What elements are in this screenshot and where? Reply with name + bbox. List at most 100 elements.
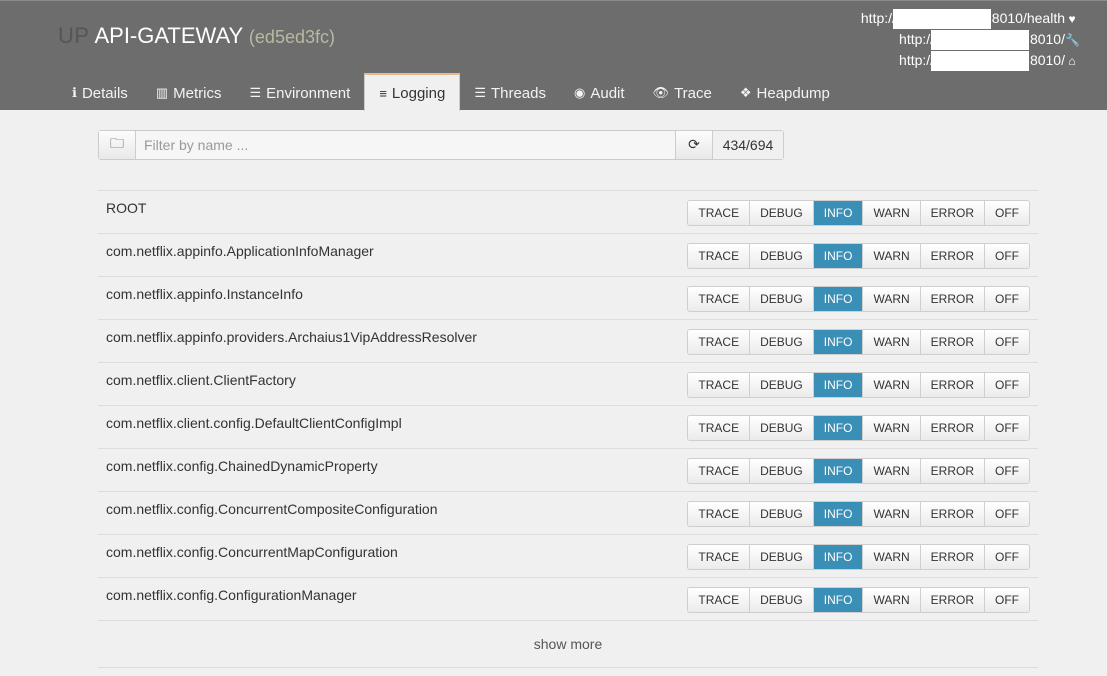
logger-name: com.netflix.config.ChainedDynamicPropert… — [106, 458, 378, 474]
level-off-button[interactable]: OFF — [984, 287, 1029, 311]
level-info-button[interactable]: INFO — [812, 201, 863, 225]
log-level-group: TRACE DEBUG INFO WARN ERROR OFF — [687, 286, 1030, 312]
level-info-button[interactable]: INFO — [812, 588, 863, 612]
level-warn-button[interactable]: WARN — [862, 588, 920, 612]
level-off-button[interactable]: OFF — [984, 502, 1029, 526]
level-debug-button[interactable]: DEBUG — [749, 545, 813, 569]
level-debug-button[interactable]: DEBUG — [749, 201, 813, 225]
tab-label: Heapdump — [756, 84, 830, 102]
tab-metrics[interactable]: ▥ Metrics — [142, 75, 236, 111]
log-level-group: TRACE DEBUG INFO WARN ERROR OFF — [687, 587, 1030, 613]
url-suffix: :8010/ — [1026, 31, 1065, 47]
level-debug-button[interactable]: DEBUG — [749, 588, 813, 612]
level-warn-button[interactable]: WARN — [862, 287, 920, 311]
log-level-group: TRACE DEBUG INFO WARN ERROR OFF — [687, 329, 1030, 355]
app-name: API-GATEWAY — [94, 23, 243, 48]
level-trace-button[interactable]: TRACE — [688, 330, 750, 354]
level-error-button[interactable]: ERROR — [919, 588, 984, 612]
logger-row: com.netflix.config.ConfigurationManager T… — [98, 577, 1038, 620]
tab-heapdump[interactable]: ❖ Heapdump — [726, 75, 844, 111]
level-off-button[interactable]: OFF — [984, 416, 1029, 440]
level-info-button[interactable]: INFO — [812, 244, 863, 268]
service-url[interactable]: http:// :8010/⌂ — [861, 50, 1079, 72]
tab-label: Threads — [490, 84, 546, 102]
level-off-button[interactable]: OFF — [984, 330, 1029, 354]
level-error-button[interactable]: ERROR — [919, 502, 984, 526]
level-debug-button[interactable]: DEBUG — [749, 373, 813, 397]
url-suffix: :8010/ — [1026, 52, 1065, 68]
level-warn-button[interactable]: WARN — [862, 459, 920, 483]
level-warn-button[interactable]: WARN — [862, 502, 920, 526]
redacted-host — [892, 9, 991, 30]
level-off-button[interactable]: OFF — [984, 244, 1029, 268]
level-off-button[interactable]: OFF — [984, 459, 1029, 483]
bar-chart-icon: ▥ — [155, 85, 169, 100]
show-more-row: show more — [98, 620, 1038, 668]
logger-name: com.netflix.config.ConcurrentMapConfigur… — [106, 544, 398, 560]
level-info-button[interactable]: INFO — [812, 330, 863, 354]
tab-trace[interactable]: 👁 Trace — [639, 75, 726, 111]
filter-input[interactable] — [135, 131, 676, 159]
tab-logging[interactable]: ≡ Logging — [364, 73, 461, 111]
level-info-button[interactable]: INFO — [812, 502, 863, 526]
logger-name: com.netflix.client.config.DefaultClientC… — [106, 415, 402, 431]
tab-label: Trace — [674, 84, 712, 102]
level-info-button[interactable]: INFO — [812, 459, 863, 483]
level-error-button[interactable]: ERROR — [919, 201, 984, 225]
folder-icon[interactable]: 🗀 — [99, 131, 135, 159]
level-trace-button[interactable]: TRACE — [688, 459, 750, 483]
tab-environment[interactable]: ☰ Environment — [235, 75, 364, 111]
service-url[interactable]: http://:8010/🔧 — [861, 29, 1080, 51]
tab-threads[interactable]: ☰ Threads — [460, 75, 560, 111]
level-error-button[interactable]: ERROR — [919, 373, 984, 397]
level-warn-button[interactable]: WARN — [862, 201, 920, 225]
level-warn-button[interactable]: WARN — [862, 545, 920, 569]
home-icon: ⌂ — [1068, 53, 1076, 68]
level-off-button[interactable]: OFF — [984, 545, 1029, 569]
level-info-button[interactable]: INFO — [812, 545, 863, 569]
level-warn-button[interactable]: WARN — [862, 373, 920, 397]
level-trace-button[interactable]: TRACE — [688, 588, 750, 612]
level-trace-button[interactable]: TRACE — [688, 545, 750, 569]
level-warn-button[interactable]: WARN — [862, 330, 920, 354]
level-trace-button[interactable]: TRACE — [688, 416, 750, 440]
heartbeat-icon: ♥ — [1068, 11, 1076, 26]
level-debug-button[interactable]: DEBUG — [749, 459, 813, 483]
level-info-button[interactable]: INFO — [812, 373, 863, 397]
info-icon: ℹ — [72, 85, 77, 100]
level-warn-button[interactable]: WARN — [862, 416, 920, 440]
level-trace-button[interactable]: TRACE — [688, 244, 750, 268]
service-url[interactable]: http://:8010/health ♥ — [861, 8, 1079, 30]
level-error-button[interactable]: ERROR — [919, 545, 984, 569]
level-trace-button[interactable]: TRACE — [688, 201, 750, 225]
level-debug-button[interactable]: DEBUG — [749, 330, 813, 354]
level-warn-button[interactable]: WARN — [862, 244, 920, 268]
logger-name: com.netflix.config.ConcurrentCompositeCo… — [106, 501, 438, 517]
level-info-button[interactable]: INFO — [812, 287, 863, 311]
url-scheme: http:// — [899, 52, 935, 68]
level-off-button[interactable]: OFF — [984, 373, 1029, 397]
level-debug-button[interactable]: DEBUG — [749, 287, 813, 311]
sliders-icon: ≡ — [379, 85, 387, 101]
logger-name: com.netflix.appinfo.InstanceInfo — [106, 286, 303, 302]
level-error-button[interactable]: ERROR — [919, 330, 984, 354]
show-more-link[interactable]: show more — [534, 636, 602, 652]
tab-audit[interactable]: ◉ Audit — [560, 75, 639, 111]
tab-details[interactable]: ℹ Details — [58, 75, 142, 111]
logger-row: com.netflix.client.ClientFactory TRACE DEB… — [98, 362, 1038, 405]
level-error-button[interactable]: ERROR — [919, 459, 984, 483]
level-debug-button[interactable]: DEBUG — [749, 502, 813, 526]
level-error-button[interactable]: ERROR — [919, 416, 984, 440]
refresh-icon[interactable]: ⟳ — [676, 131, 712, 159]
level-debug-button[interactable]: DEBUG — [749, 244, 813, 268]
logger-filter-bar: 🗀 ⟳ 434/694 — [98, 130, 784, 160]
level-debug-button[interactable]: DEBUG — [749, 416, 813, 440]
level-error-button[interactable]: ERROR — [919, 287, 984, 311]
level-trace-button[interactable]: TRACE — [688, 373, 750, 397]
level-error-button[interactable]: ERROR — [919, 244, 984, 268]
level-trace-button[interactable]: TRACE — [688, 502, 750, 526]
level-info-button[interactable]: INFO — [812, 416, 863, 440]
level-trace-button[interactable]: TRACE — [688, 287, 750, 311]
level-off-button[interactable]: OFF — [984, 201, 1029, 225]
level-off-button[interactable]: OFF — [984, 588, 1029, 612]
